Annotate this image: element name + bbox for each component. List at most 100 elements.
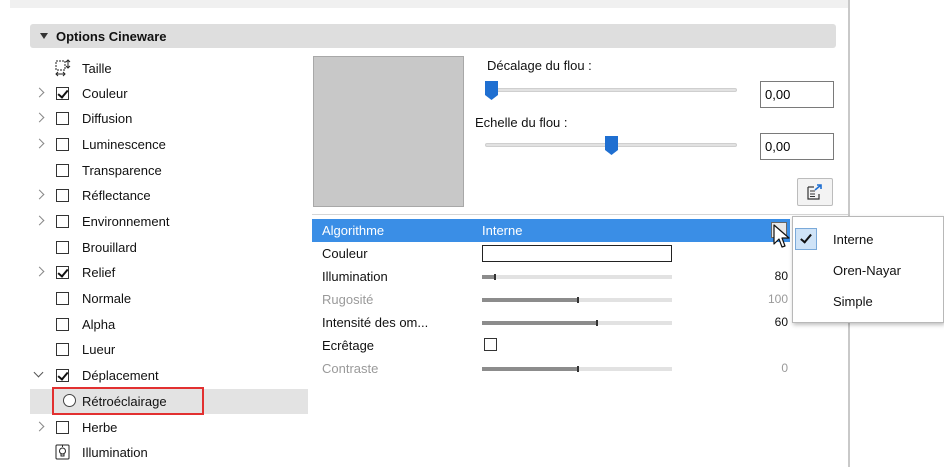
reflectance-checkbox[interactable]	[56, 189, 69, 202]
tree-item-label: Lueur	[82, 342, 116, 357]
expand-arrow-icon[interactable]	[34, 421, 46, 433]
illumination-slider[interactable]	[482, 274, 672, 280]
tree-item-taille[interactable]: Taille	[30, 56, 308, 81]
tree-item-label: Réflectance	[82, 188, 151, 203]
blur-offset-input[interactable]	[760, 81, 834, 108]
expand-arrow-icon[interactable]	[34, 266, 46, 278]
expand-arrow-icon[interactable]	[34, 112, 46, 124]
section-title: Options Cineware	[56, 28, 167, 44]
rugosite-value: 100	[767, 292, 788, 306]
illumination-value[interactable]: 80	[742, 269, 790, 283]
size-icon	[54, 59, 72, 77]
normale-checkbox[interactable]	[56, 292, 69, 305]
prop-name: Illumination	[322, 269, 388, 284]
prop-name: Intensité des om...	[322, 315, 429, 330]
checkmark-icon	[795, 228, 817, 250]
tree-item-label: Transparence	[82, 163, 162, 178]
prop-row-couleur[interactable]: Couleur	[312, 242, 790, 265]
blur-scale-input[interactable]	[760, 133, 834, 160]
menu-item-interne[interactable]: Interne	[793, 224, 943, 254]
tree-item-label: Rétroéclairage	[82, 394, 167, 409]
prop-name: Algorithme	[322, 223, 385, 238]
lueur-checkbox[interactable]	[56, 343, 69, 356]
ecretage-checkbox[interactable]	[484, 338, 497, 351]
mouse-cursor-icon	[773, 224, 790, 248]
menu-item-oren-nayar[interactable]: Oren-Nayar	[793, 255, 943, 285]
blur-scale-label: Echelle du flou :	[475, 115, 568, 130]
tree-item-label: Diffusion	[82, 111, 133, 126]
intensite-value[interactable]: 60	[742, 315, 790, 329]
tree-item-label: Couleur	[82, 86, 128, 101]
section-header[interactable]: Options Cineware	[30, 24, 836, 48]
luminescence-checkbox[interactable]	[56, 138, 69, 151]
prop-row-illumination[interactable]: Illumination 80	[312, 265, 790, 288]
expand-arrow-icon[interactable]	[34, 215, 46, 227]
tree-item-label: Brouillard	[82, 240, 137, 255]
tree-item-retroeclairage[interactable]: Rétroéclairage	[30, 387, 308, 415]
menu-item-label: Interne	[833, 232, 874, 247]
tree-item-lueur[interactable]: Lueur	[30, 337, 308, 362]
tree-item-relief[interactable]: Relief	[30, 260, 308, 285]
tree-item-label: Déplacement	[82, 368, 159, 383]
tree-item-brouillard[interactable]: Brouillard	[30, 235, 308, 260]
blur-offset-label: Décalage du flou :	[487, 58, 592, 73]
tree-item-herbe[interactable]: Herbe	[30, 415, 308, 440]
prop-row-intensite[interactable]: Intensité des om... 60	[312, 311, 790, 334]
algorithm-value: Interne	[482, 223, 523, 238]
environnement-checkbox[interactable]	[56, 215, 69, 228]
tree-item-alpha[interactable]: Alpha	[30, 312, 308, 337]
algorithm-menu: Interne Oren-Nayar Simple	[792, 216, 944, 323]
intensite-slider[interactable]	[482, 320, 672, 326]
prop-row-algorithme[interactable]: Algorithme Interne	[312, 219, 790, 242]
prop-name: Couleur	[322, 246, 368, 261]
properties-table: Algorithme Interne Couleur Illumination …	[312, 214, 848, 467]
expand-arrow-icon[interactable]	[34, 189, 46, 201]
expand-arrow-icon[interactable]	[34, 87, 46, 99]
brouillard-checkbox[interactable]	[56, 241, 69, 254]
herbe-checkbox[interactable]	[56, 421, 69, 434]
material-preview	[313, 56, 464, 207]
tree-item-couleur[interactable]: Couleur	[30, 81, 308, 106]
tree-item-illumination[interactable]: Illumination	[30, 440, 308, 465]
panel-top-edge	[10, 0, 850, 8]
contraste-slider	[482, 366, 672, 372]
tree-item-label: Herbe	[82, 420, 118, 435]
color-swatch[interactable]	[482, 245, 672, 262]
collapse-triangle-icon[interactable]	[40, 33, 48, 39]
prop-name: Contraste	[322, 361, 379, 376]
relief-checkbox[interactable]	[56, 266, 69, 279]
menu-item-label: Simple	[833, 294, 873, 309]
tree-item-label: Taille	[82, 61, 112, 76]
export-settings-button[interactable]	[797, 178, 833, 206]
blur-offset-thumb[interactable]	[485, 81, 498, 100]
rugosite-slider	[482, 297, 672, 303]
tree-item-label: Environnement	[82, 214, 170, 229]
diffusion-checkbox[interactable]	[56, 112, 69, 125]
blur-offset-slider[interactable]	[485, 88, 737, 92]
collapse-arrow-icon[interactable]	[34, 369, 46, 381]
prop-row-rugosite: Rugosité 100	[312, 288, 790, 311]
light-bulb-icon	[54, 443, 72, 461]
expand-arrow-icon[interactable]	[34, 138, 46, 150]
deplacement-checkbox[interactable]	[56, 369, 69, 382]
tree-item-diffusion[interactable]: Diffusion	[30, 106, 308, 131]
cineware-options-panel: Options Cineware Taille Couleur Diffusio…	[0, 0, 944, 467]
tree-item-reflectance[interactable]: Réflectance	[30, 183, 308, 208]
prop-name: Ecrêtage	[322, 338, 375, 353]
transparence-checkbox[interactable]	[56, 164, 69, 177]
menu-item-label: Oren-Nayar	[833, 263, 901, 278]
tree-item-environnement[interactable]: Environnement	[30, 209, 308, 234]
tree-item-transparence[interactable]: Transparence	[30, 158, 308, 183]
tree-item-deplacement[interactable]: Déplacement	[30, 363, 308, 388]
tree-item-label: Relief	[82, 265, 116, 280]
tree-item-label: Normale	[82, 291, 132, 306]
couleur-checkbox[interactable]	[56, 87, 69, 100]
retroeclairage-radio[interactable]	[63, 394, 76, 407]
alpha-checkbox[interactable]	[56, 318, 69, 331]
prop-row-ecretage[interactable]: Ecrêtage	[312, 334, 790, 357]
blur-scale-thumb[interactable]	[605, 136, 618, 155]
menu-item-simple[interactable]: Simple	[793, 286, 943, 316]
prop-row-contraste: Contraste 0	[312, 357, 790, 380]
tree-item-luminescence[interactable]: Luminescence	[30, 132, 308, 157]
tree-item-normale[interactable]: Normale	[30, 286, 308, 311]
